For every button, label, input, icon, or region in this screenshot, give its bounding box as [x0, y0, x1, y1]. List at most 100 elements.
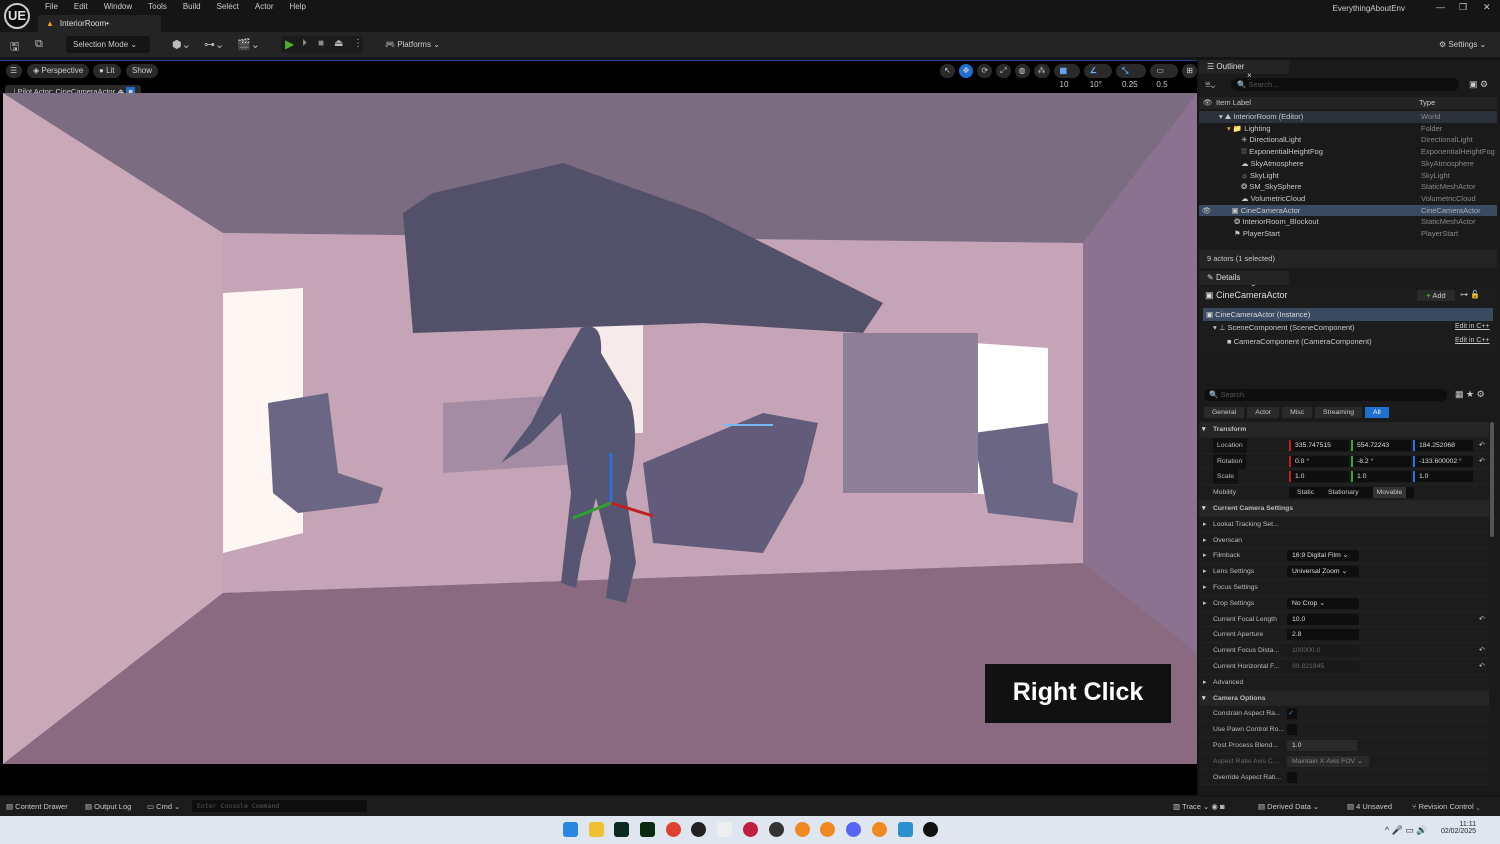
details-tab[interactable]: ✎ Details × [1199, 271, 1289, 291]
save-icon[interactable]: 🖫 [10, 38, 19, 57]
section-transform[interactable]: ▾ Transform [1199, 422, 1489, 438]
component-camera[interactable]: ■ CameraComponent (CameraComponent) [1227, 337, 1372, 346]
eject-icon[interactable]: ⏏ [334, 38, 343, 49]
world-local-icon[interactable]: ◍ [1014, 64, 1030, 78]
pawn-control-checkbox[interactable] [1287, 724, 1297, 736]
unreal-engine-icon[interactable] [923, 822, 938, 837]
mobility-movable[interactable]: Movable [1372, 487, 1407, 499]
tree-item[interactable]: ⚑ PlayerStart PlayerStart [1199, 228, 1497, 240]
filter-actor[interactable]: Actor [1247, 407, 1280, 418]
translate-tool-icon[interactable]: ✥ [958, 64, 974, 78]
stop-icon[interactable]: ■ [318, 38, 324, 49]
scale-tool-icon[interactable]: ⤢ [996, 64, 1011, 78]
level-tab[interactable]: ▲ InteriorRoom• [38, 15, 161, 32]
console-input[interactable]: Enter Console Command [192, 800, 367, 812]
perspective-button[interactable]: ◈ Perspective [27, 64, 90, 78]
tree-item[interactable]: ☁ VolumetricCloud VolumetricCloud [1199, 193, 1497, 205]
cinematics-icon[interactable]: 🎬⌄ [237, 38, 260, 51]
filter-streaming[interactable]: Streaming [1315, 407, 1363, 418]
show-button[interactable]: Show [126, 64, 159, 78]
designer-icon[interactable] [614, 822, 629, 837]
platforms-dropdown[interactable]: 🎮 Platforms ⌄ [378, 36, 447, 53]
layout-icon[interactable]: ⊞ [1182, 64, 1197, 78]
painter-icon[interactable] [640, 822, 655, 837]
filmback-dropdown[interactable]: 16:9 Digital Film ⌄ [1287, 550, 1359, 562]
menu-actor[interactable]: Actor [248, 2, 283, 11]
close-button[interactable]: ✕ [1483, 2, 1491, 13]
reset-icon[interactable]: ↶ [1479, 643, 1485, 658]
tree-item[interactable]: ❂ SM_SkySphere StaticMeshActor [1199, 181, 1497, 193]
menu-edit[interactable]: Edit [67, 2, 97, 11]
system-tray-icons[interactable]: ^ 🎤 ▭ 🔊 [1385, 825, 1428, 836]
lit-button[interactable]: ● Lit [93, 64, 121, 78]
app-icon[interactable] [691, 822, 706, 837]
details-search[interactable]: 🔍 Search [1204, 389, 1447, 401]
advance-frame-icon[interactable]: ⏵ [302, 38, 307, 49]
maximize-button[interactable]: ❐ [1459, 2, 1467, 13]
prop-lookat[interactable]: ▸ Lookat Tracking Set... [1199, 516, 1489, 533]
outliner-search[interactable]: 🔍 Search... [1231, 78, 1459, 91]
menu-window[interactable]: Window [97, 2, 141, 11]
post-process-blend-slider[interactable]: 1.0 [1287, 740, 1357, 751]
chrome-icon[interactable] [666, 822, 681, 837]
surface-snap-icon[interactable]: ⁂ [1033, 64, 1050, 78]
menu-help[interactable]: Help [283, 2, 315, 11]
menu-build[interactable]: Build [176, 2, 210, 11]
scale-snap-button[interactable]: ⤡ 0.25 [1116, 64, 1147, 89]
aperture-input[interactable]: 2.8 [1287, 629, 1359, 641]
grid-snap-button[interactable]: ▦ 10 [1053, 64, 1080, 89]
col-item-label[interactable]: Item Label [1216, 97, 1251, 109]
content-drawer-button[interactable]: ▤ Content Drawer [6, 797, 68, 816]
aspect-ratio-axis-dropdown[interactable]: Maintain X-Axis FOV ⌄ [1287, 755, 1369, 767]
cmd-dropdown[interactable]: ▭ Cmd ⌄ [147, 797, 180, 816]
browse-icon[interactable]: ⧉ [35, 38, 43, 51]
angle-snap-button[interactable]: ∠ 10° [1083, 64, 1113, 89]
outliner-tab[interactable]: ☰ Outliner × [1199, 60, 1289, 80]
select-tool-icon[interactable]: ↖ [940, 64, 955, 78]
file-explorer-icon[interactable] [589, 822, 604, 837]
davinci-icon[interactable] [743, 822, 758, 837]
edit-in-cpp-link[interactable]: Edit in C++ [1455, 337, 1490, 344]
discord-icon[interactable] [846, 822, 861, 837]
lens-dropdown[interactable]: Universal Zoom ⌄ [1287, 566, 1359, 578]
settings-dropdown[interactable]: ⚙ Settings ⌄ [1432, 36, 1493, 53]
menu-tools[interactable]: Tools [141, 2, 176, 11]
derived-data-button[interactable]: ▤ Derived Data ⌄ [1258, 797, 1319, 816]
menu-file[interactable]: File [38, 2, 67, 11]
override-aspect-checkbox[interactable] [1287, 771, 1297, 783]
add-actor-icon[interactable]: ⬢⌄ [172, 38, 191, 51]
reset-icon[interactable]: ↶ [1479, 454, 1485, 469]
blueprint-icon[interactable]: ⊶⌄ [204, 38, 224, 51]
tree-item[interactable]: ▾ ⛰ InteriorRoom (Editor) World [1199, 111, 1497, 123]
focal-length-input[interactable]: 10.0 [1287, 613, 1359, 625]
tree-item[interactable]: ⛆ ExponentialHeightFog ExponentialHeightF… [1199, 146, 1497, 158]
reset-icon[interactable]: ↶ [1479, 612, 1485, 627]
crop-dropdown[interactable]: No Crop ⌄ [1287, 597, 1359, 609]
details-options-icons[interactable]: ▦ ★ ⚙ [1455, 389, 1485, 400]
tree-item[interactable]: ❂ InteriorRoom_Blockout StaticMeshActor [1199, 216, 1497, 228]
minimize-button[interactable]: — [1436, 2, 1445, 12]
reset-icon[interactable]: ↶ [1479, 438, 1485, 453]
tree-item[interactable]: ▾ 📁 Lighting Folder [1199, 123, 1497, 135]
component-scene[interactable]: ▾ ⊥ SceneComponent (SceneComponent) [1213, 323, 1355, 332]
tree-item[interactable]: ✳ DirectionalLight DirectionalLight [1199, 134, 1497, 146]
section-camera-options[interactable]: ▾ Camera Options [1199, 690, 1489, 707]
tree-item[interactable]: ☼ SkyLight SkyLight [1199, 170, 1497, 182]
filter-general[interactable]: General [1204, 407, 1245, 418]
selection-mode-dropdown[interactable]: Selection Mode ⌄ [66, 36, 150, 53]
prop-focus[interactable]: ▸ Focus Settings [1199, 580, 1489, 596]
menu-select[interactable]: Select [210, 2, 248, 11]
rotate-tool-icon[interactable]: ⟳ [977, 64, 993, 78]
unsaved-button[interactable]: ▤ 4 Unsaved [1347, 797, 1392, 816]
app-icon[interactable] [769, 822, 784, 837]
constrain-aspect-checkbox[interactable]: ✓ [1287, 708, 1297, 720]
filter-icon[interactable]: ⩸⌄ [1205, 79, 1215, 90]
filter-all[interactable]: All [1365, 407, 1389, 418]
revision-control-button[interactable]: ⑂ Revision Control ⌄ [1412, 797, 1480, 816]
tree-item-selected[interactable]: 👁 ▣ CineCameraActor CineCameraActor [1199, 204, 1497, 217]
section-current-camera-settings[interactable]: ▾ Current Camera Settings [1199, 501, 1489, 517]
col-type[interactable]: Type [1419, 97, 1435, 109]
filter-misc[interactable]: Misc [1282, 407, 1313, 418]
blender-icon[interactable] [872, 822, 887, 837]
prop-overscan[interactable]: ▸ Overscan [1199, 532, 1489, 549]
